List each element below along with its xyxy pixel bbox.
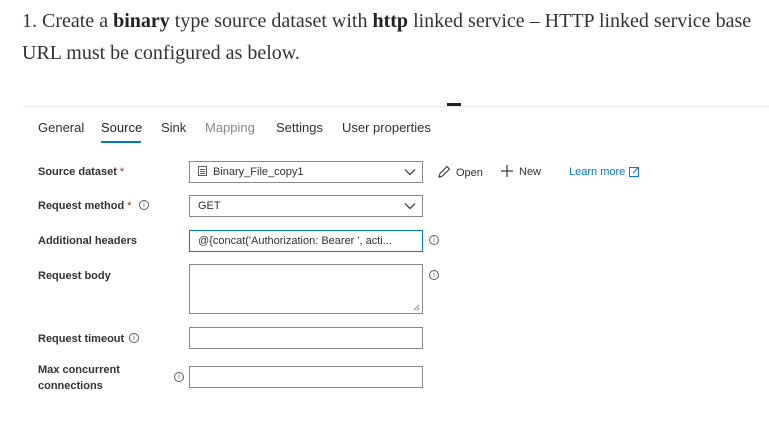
new-dataset-button[interactable]: New: [500, 164, 541, 178]
dataset-file-icon: [198, 166, 207, 176]
source-dataset-dropdown[interactable]: Binary_File_copy1: [189, 161, 423, 183]
instruction-bold-binary: binary: [113, 10, 170, 32]
instruction-bold-http: http: [372, 10, 409, 32]
new-label: New: [519, 166, 542, 178]
resize-grip-icon[interactable]: [413, 304, 420, 311]
additional-headers-value: @{concat('Authorization: Bearer ', acti.…: [198, 235, 392, 247]
request-timeout-input[interactable]: [189, 327, 423, 349]
required-marker: *: [119, 166, 125, 178]
request-timeout-label: Request timeout: [38, 333, 124, 345]
tab-user-properties[interactable]: User properties: [342, 120, 431, 135]
source-dataset-label-text: Source dataset: [38, 166, 117, 178]
request-method-label-text: Request method: [38, 200, 125, 212]
max-concurrent-input[interactable]: [189, 366, 423, 388]
active-tab-indicator: [101, 141, 141, 143]
info-icon[interactable]: i: [429, 235, 439, 245]
tab-settings[interactable]: Settings: [276, 120, 323, 135]
request-body-label: Request body: [38, 270, 111, 282]
learn-more-link[interactable]: Learn more: [569, 166, 640, 178]
open-dataset-button[interactable]: Open: [437, 165, 483, 179]
info-icon[interactable]: i: [174, 372, 184, 382]
panel-divider: [22, 106, 769, 107]
pencil-icon: [438, 165, 451, 178]
chevron-down-icon: [404, 169, 416, 176]
learn-more-label: Learn more: [569, 166, 626, 178]
instruction-text: 1. Create a binary type source dataset w…: [22, 5, 762, 69]
required-marker: *: [127, 200, 132, 212]
open-label: Open: [456, 167, 483, 179]
max-concurrent-label-line1: Max concurrent: [38, 364, 120, 376]
additional-headers-label: Additional headers: [38, 235, 137, 247]
plus-icon: [501, 165, 513, 177]
info-icon[interactable]: i: [429, 270, 439, 280]
tab-general[interactable]: General: [38, 120, 84, 135]
request-body-label-text: Request body: [38, 270, 111, 282]
instruction-text-part2: type source dataset with: [169, 10, 373, 32]
request-body-textarea[interactable]: [189, 264, 423, 314]
max-concurrent-label-line2: connections: [38, 380, 103, 392]
source-dataset-value: Binary_File_copy1: [213, 166, 304, 178]
additional-headers-label-text: Additional headers: [38, 235, 138, 247]
request-method-value: GET: [198, 200, 221, 212]
request-method-dropdown[interactable]: GET: [189, 195, 423, 217]
additional-headers-input[interactable]: @{concat('Authorization: Bearer ', acti.…: [189, 230, 423, 252]
tab-sink[interactable]: Sink: [161, 120, 186, 135]
info-icon[interactable]: i: [139, 200, 149, 210]
instruction-text-part1: 1. Create a: [22, 10, 114, 32]
tab-mapping[interactable]: Mapping: [205, 120, 255, 135]
info-icon[interactable]: i: [129, 333, 139, 343]
external-link-icon: [629, 167, 640, 177]
request-timeout-label-text: Request timeout: [38, 333, 125, 345]
source-dataset-label: Source dataset *: [38, 166, 124, 178]
chevron-down-icon: [404, 203, 416, 210]
request-method-label: Request method *: [38, 200, 131, 212]
tab-source[interactable]: Source: [101, 120, 142, 135]
